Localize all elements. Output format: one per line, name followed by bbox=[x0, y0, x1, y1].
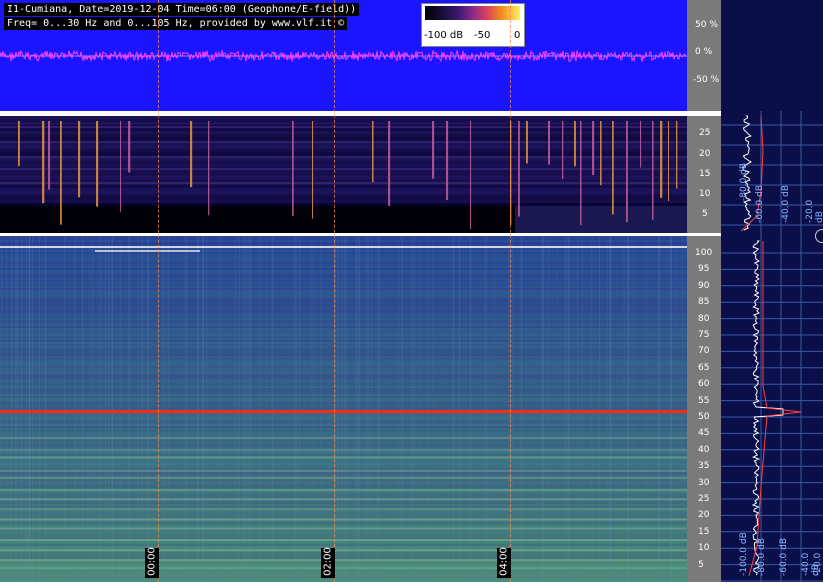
freq-tick-label: 25 bbox=[699, 128, 711, 138]
freq-tick-label: 75 bbox=[698, 330, 710, 340]
time-marker-line bbox=[158, 0, 160, 582]
freq-tick-label: 55 bbox=[698, 395, 710, 406]
freq-tick-label: 70 bbox=[698, 346, 710, 357]
spectrum-db-label: -100.0 dB bbox=[739, 532, 749, 576]
time-marker-line bbox=[334, 0, 336, 582]
freq-tick-label: 65 bbox=[698, 362, 710, 373]
spectrum-db-label: -80.0 dB bbox=[757, 537, 767, 576]
freq-tick-label: 20 bbox=[699, 149, 711, 159]
waveform-panel: I1-Cumiana, Date=2019-12-04 Time=06:00 (… bbox=[0, 0, 687, 111]
spectrogram-geophone-image bbox=[0, 116, 687, 233]
freq-tick-label: 10 bbox=[698, 543, 710, 554]
colorbar-label-max: 0 bbox=[514, 30, 521, 41]
spectrum-panel-geophone: -80.0 dB -60.0 dB -40.0 dB -20.0 dB bbox=[721, 111, 823, 236]
colorbar-label-min: -100 dB bbox=[424, 30, 464, 41]
wave-scale-label: 0 % bbox=[695, 47, 713, 57]
scroll-handle-icon[interactable] bbox=[815, 229, 823, 243]
freq-tick-label: 100 bbox=[695, 248, 713, 258]
spectrum-curve-efield bbox=[721, 236, 823, 582]
freq-tick-label: 15 bbox=[699, 169, 711, 179]
freq-tick-label: 60 bbox=[698, 379, 710, 390]
wave-scale-label: 50 % bbox=[695, 20, 718, 30]
colorbar-label-mid: -50 bbox=[474, 30, 491, 41]
spectrum-db-label: -80.0 dB bbox=[739, 162, 749, 201]
spectrum-db-label: -20.0 dB bbox=[805, 199, 823, 223]
spectrogram-efield-image bbox=[0, 236, 687, 582]
freq-tick-label: 90 bbox=[698, 280, 710, 291]
freq-tick-label: 45 bbox=[698, 428, 710, 439]
freq-tick-label: 35 bbox=[698, 461, 710, 472]
freq-tick-label: 5 bbox=[702, 209, 708, 219]
spectrogram-geophone-scale: 25 20 15 10 5 bbox=[687, 116, 721, 233]
freq-tick-label: 15 bbox=[698, 526, 710, 537]
freq-tick-label: 20 bbox=[698, 510, 710, 521]
time-label-0200: 02:00 bbox=[321, 547, 335, 578]
time-marker-line bbox=[510, 0, 512, 582]
time-label-0000: 00:00 bbox=[145, 547, 159, 578]
freq-tick-label: 95 bbox=[698, 264, 710, 275]
freq-tick-label: 50 bbox=[698, 412, 710, 422]
time-label-0400: 04:00 bbox=[497, 547, 511, 578]
freq-tick-label: 30 bbox=[698, 477, 710, 488]
spectrum-db-label: -60.0 dB bbox=[779, 537, 789, 576]
waveform-scale: 50 % 0 % -50 % bbox=[687, 0, 721, 111]
spectrum-db-label: -20.0 dB bbox=[813, 552, 823, 576]
header-title: I1-Cumiana, Date=2019-12-04 Time=06:00 (… bbox=[4, 3, 360, 16]
side-panel-top bbox=[721, 0, 823, 111]
freq-tick-label: 85 bbox=[698, 297, 710, 308]
spectrogram-efield-scale: 100 95 90 85 80 75 70 65 60 55 50 45 40 35 30 25 20 15 10 5 bbox=[687, 236, 721, 582]
spectrum-db-label: -60.0 dB bbox=[755, 184, 765, 223]
colorbar-gradient bbox=[425, 6, 520, 20]
spectrogram-efield bbox=[0, 236, 687, 582]
header-frequency: Freq= 0...30 Hz and 0...105 Hz, provided… bbox=[4, 17, 348, 30]
spectrum-db-label: -40.0 dB bbox=[781, 184, 791, 223]
wave-scale-label: -50 % bbox=[693, 75, 720, 85]
freq-tick-label: 80 bbox=[698, 313, 710, 324]
freq-tick-label: 40 bbox=[698, 444, 710, 455]
freq-tick-label: 5 bbox=[698, 559, 704, 570]
freq-tick-label: 25 bbox=[698, 494, 710, 504]
spectrogram-geophone bbox=[0, 116, 687, 233]
freq-tick-label: 10 bbox=[699, 189, 711, 199]
spectrum-panel-efield: -100.0 dB -80.0 dB -60.0 dB -40.0 dB -20… bbox=[721, 236, 823, 582]
